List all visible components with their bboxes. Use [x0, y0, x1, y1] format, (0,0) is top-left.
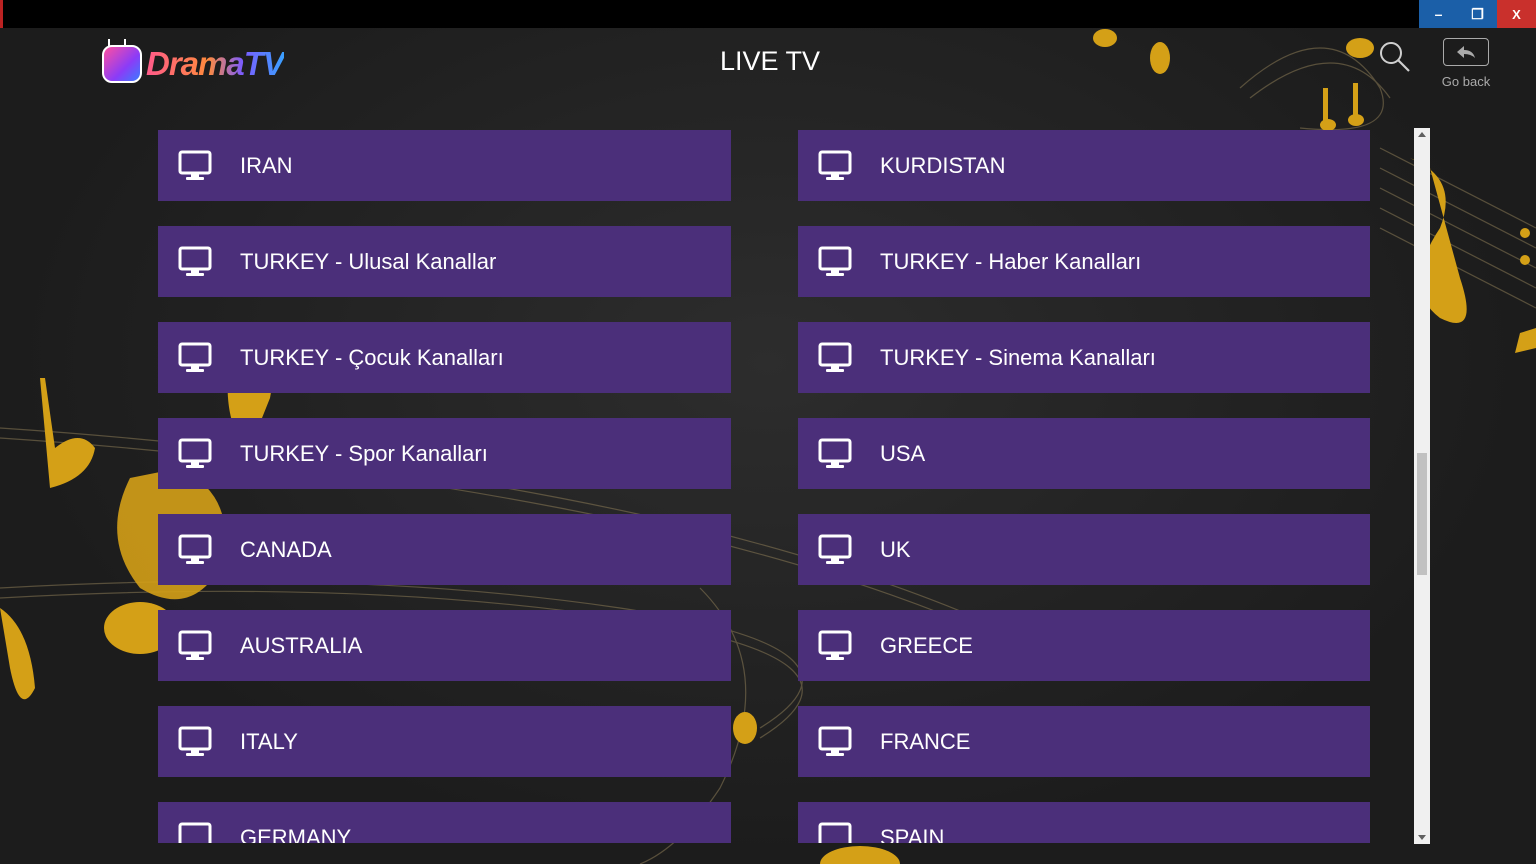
tv-monitor-icon — [818, 342, 852, 372]
tv-monitor-icon — [818, 150, 852, 180]
category-label: FRANCE — [880, 728, 971, 754]
tv-monitor-icon — [818, 438, 852, 468]
category-label: CANADA — [240, 536, 332, 562]
page-title: LIVE TV — [719, 46, 821, 76]
search-button[interactable] — [1378, 40, 1412, 74]
go-back-button[interactable]: Go back — [1440, 38, 1492, 92]
category-list[interactable]: IRAN KURDISTAN TURKEY - Ulusal Kanallar TUR… — [158, 130, 1372, 843]
category-label: KURDISTAN — [880, 152, 1006, 178]
tv-monitor-icon — [178, 438, 212, 468]
tv-monitor-icon — [178, 534, 212, 564]
scroll-up-arrow-icon[interactable] — [1414, 128, 1430, 142]
category-label: TURKEY - Çocuk Kanalları — [240, 344, 504, 370]
tv-monitor-icon — [178, 342, 212, 372]
category-label: TURKEY - Haber Kanalları — [880, 248, 1142, 274]
tv-monitor-icon — [818, 630, 852, 660]
category-grid: IRAN KURDISTAN TURKEY - Ulusal Kanallar TUR… — [158, 130, 1372, 843]
category-tile[interactable]: TURKEY - Sinema Kanalları — [798, 322, 1370, 393]
category-tile[interactable]: FRANCE — [798, 706, 1370, 777]
category-tile[interactable]: USA — [798, 418, 1370, 489]
category-label: ITALY — [240, 728, 298, 754]
category-label: TURKEY - Ulusal Kanallar — [240, 248, 497, 274]
category-tile[interactable]: KURDISTAN — [798, 130, 1370, 201]
category-tile[interactable]: IRAN — [158, 130, 731, 201]
category-label: IRAN — [240, 152, 293, 178]
app-logo[interactable]: DramaTV — [102, 42, 285, 86]
category-tile[interactable]: TURKEY - Ulusal Kanallar — [158, 226, 731, 297]
tv-monitor-icon — [818, 822, 852, 843]
category-tile[interactable]: AUSTRALIA — [158, 610, 731, 681]
tv-monitor-icon — [818, 726, 852, 756]
category-label: UK — [880, 536, 911, 562]
category-tile[interactable]: TURKEY - Spor Kanalları — [158, 418, 731, 489]
category-tile[interactable]: UK — [798, 514, 1370, 585]
tv-monitor-icon — [818, 534, 852, 564]
logo-text: DramaTV — [146, 45, 285, 82]
minimize-button[interactable]: – — [1419, 0, 1458, 28]
search-icon — [1380, 42, 1410, 72]
vertical-scrollbar[interactable] — [1414, 128, 1430, 844]
tv-monitor-icon — [178, 150, 212, 180]
category-tile[interactable]: CANADA — [158, 514, 731, 585]
category-tile[interactable]: TURKEY - Haber Kanalları — [798, 226, 1370, 297]
category-tile[interactable]: GREECE — [798, 610, 1370, 681]
category-label: GREECE — [880, 632, 973, 658]
back-arrow-box — [1443, 38, 1489, 66]
category-label: AUSTRALIA — [240, 632, 363, 658]
scroll-down-arrow-icon[interactable] — [1414, 830, 1430, 844]
go-back-label: Go back — [1441, 74, 1491, 89]
category-label: TURKEY - Sinema Kanalları — [880, 344, 1156, 370]
tv-monitor-icon — [178, 246, 212, 276]
category-label: SPAIN — [880, 824, 945, 844]
titlebar-accent — [0, 0, 3, 28]
tv-logo-icon — [102, 45, 142, 83]
scrollbar-thumb[interactable] — [1417, 453, 1427, 576]
close-button[interactable]: X — [1497, 0, 1536, 28]
category-tile[interactable]: TURKEY - Çocuk Kanalları — [158, 322, 731, 393]
category-tile[interactable]: ITALY — [158, 706, 731, 777]
tv-monitor-icon — [178, 822, 212, 843]
restore-button[interactable]: ❐ — [1458, 0, 1497, 28]
category-tile[interactable]: GERMANY — [158, 802, 731, 843]
window-titlebar: – ❐ X — [0, 0, 1536, 28]
tv-monitor-icon — [178, 630, 212, 660]
tv-monitor-icon — [818, 246, 852, 276]
back-arrow-icon — [1457, 46, 1475, 58]
category-label: TURKEY - Spor Kanalları — [240, 440, 488, 466]
category-label: GERMANY — [240, 824, 352, 844]
category-label: USA — [880, 440, 926, 466]
tv-monitor-icon — [178, 726, 212, 756]
category-tile[interactable]: SPAIN — [798, 802, 1370, 843]
